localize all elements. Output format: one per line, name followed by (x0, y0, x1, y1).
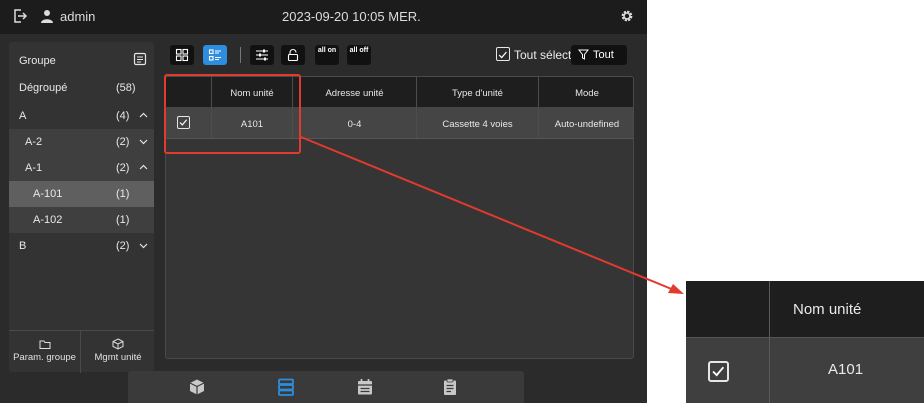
all-off-label: all off (349, 47, 369, 54)
top-bar: admin 2023-09-20 10:05 MER. (0, 0, 647, 34)
zoom-inset: Nom unité A101 (686, 281, 924, 403)
lock-button[interactable] (281, 45, 305, 65)
sidebar-item-label: A-102 (33, 214, 63, 226)
grid-view-button[interactable] (170, 45, 194, 65)
list-view-button[interactable] (203, 45, 227, 65)
chevron-down-icon[interactable] (139, 241, 148, 250)
sidebar-item-count: (1) (116, 188, 130, 200)
username: admin (60, 9, 96, 24)
chevron-down-icon[interactable] (139, 137, 148, 146)
header-mode[interactable]: Mode (539, 77, 633, 107)
group-sidebar: Groupe Dégroupé (58) A (4) A-2 (2) A-1 (… (9, 42, 154, 373)
sidebar-item-label: B (19, 240, 27, 252)
select-all-checkbox[interactable] (496, 47, 510, 61)
unit-icon[interactable] (188, 378, 206, 396)
settings-sliders-button[interactable] (250, 45, 274, 65)
zoom-divider (769, 281, 770, 403)
chevron-up-icon[interactable] (139, 163, 148, 172)
sidebar-item-label: Dégroupé (19, 82, 68, 94)
lock-icon (287, 49, 299, 62)
cell-unit-type: Cassette 4 voies (417, 107, 539, 138)
sidebar-item-a-102[interactable]: A-102 (1) (9, 207, 154, 233)
sidebar-item-label: A-2 (25, 136, 43, 148)
select-all-label: Tout sélect (514, 48, 572, 62)
sidebar-item-a-2[interactable]: A-2 (2) (9, 129, 154, 155)
zoom-header-label: Nom unité (793, 301, 862, 318)
filter-button[interactable]: Tout (571, 45, 627, 65)
check-icon (498, 51, 507, 59)
sidebar-item-count: (2) (116, 162, 130, 174)
header-unit-type[interactable]: Type d'unité (417, 77, 539, 107)
sidebar-actions: Param. groupe Mgmt unité (9, 330, 154, 373)
calendar-icon[interactable] (356, 378, 374, 396)
logout-icon[interactable] (12, 8, 28, 24)
sidebar-item-a-1[interactable]: A-1 (2) (9, 155, 154, 181)
sidebar-item-count: (1) (116, 214, 130, 226)
group-edit-icon[interactable] (133, 52, 147, 66)
toolbar-divider (240, 47, 241, 63)
cell-unit-address: 0-4 (293, 107, 417, 138)
param-group-button[interactable]: Param. groupe (9, 331, 81, 373)
unit-management-label: Mgmt unité (94, 352, 142, 363)
all-on-button[interactable]: all on (315, 45, 339, 65)
list-icon[interactable] (277, 378, 295, 396)
user-icon (41, 10, 53, 23)
sidebar-item-a-101[interactable]: A-101 (1) (9, 181, 154, 207)
folder-icon (39, 340, 50, 349)
sidebar-item-a[interactable]: A (4) (9, 103, 154, 129)
annotation-highlight (164, 74, 301, 154)
sidebar-title: Groupe (19, 55, 56, 67)
sidebar-header: Groupe (9, 42, 154, 76)
gear-icon[interactable] (619, 8, 635, 24)
bottom-nav (128, 371, 524, 403)
list-view-icon (208, 49, 221, 61)
zoom-checkbox (708, 361, 729, 382)
cube-icon (112, 338, 124, 350)
all-on-label: all on (317, 47, 337, 54)
clipboard-icon[interactable] (441, 378, 459, 396)
unit-management-button[interactable]: Mgmt unité (82, 331, 154, 373)
app-window: admin 2023-09-20 10:05 MER. Groupe Dégro… (0, 0, 647, 403)
param-group-label: Param. groupe (13, 352, 76, 363)
sliders-icon (256, 49, 268, 61)
chevron-up-icon[interactable] (139, 111, 148, 120)
all-off-button[interactable]: all off (347, 45, 371, 65)
datetime: 2023-09-20 10:05 MER. (282, 9, 421, 24)
filter-label: Tout (593, 49, 614, 61)
sidebar-item-count: (2) (116, 240, 130, 252)
sidebar-item-degroupe[interactable]: Dégroupé (58) (9, 75, 154, 101)
sidebar-item-label: A (19, 110, 27, 122)
sidebar-item-label: A-1 (25, 162, 43, 174)
grid-view-icon (175, 48, 189, 62)
sidebar-item-b[interactable]: B (2) (9, 233, 154, 259)
cell-mode: Auto-undefined (554, 119, 620, 130)
sidebar-item-label: A-101 (33, 188, 63, 200)
sidebar-item-count: (2) (116, 136, 130, 148)
sidebar-item-count: (4) (116, 110, 130, 122)
filter-icon (578, 49, 589, 60)
zoom-value: A101 (828, 361, 864, 378)
header-unit-address[interactable]: Adresse unité (293, 77, 417, 107)
sidebar-item-count: (58) (116, 82, 136, 94)
check-icon (712, 366, 725, 377)
